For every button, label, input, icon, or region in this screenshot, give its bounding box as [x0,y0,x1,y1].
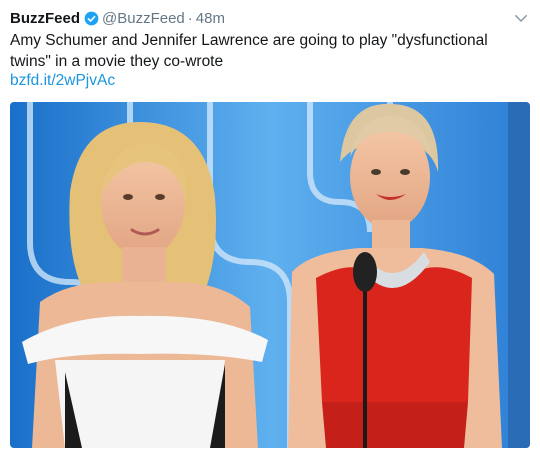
tweet-photo[interactable] [10,102,530,448]
display-name[interactable]: BuzzFeed [10,10,80,27]
tweet-link[interactable]: bzfd.it/2wPjvAc [10,72,115,90]
user-handle[interactable]: @BuzzFeed [102,10,185,27]
verified-badge-icon [84,11,99,25]
tweet-text: Amy Schumer and Jennifer Lawrence are go… [10,32,488,70]
tweet-header: BuzzFeed @BuzzFeed · 48m [10,7,530,29]
photo-illustration [10,102,530,448]
tweet-card: BuzzFeed @BuzzFeed · 48m Amy Schumer and… [0,0,540,458]
timestamp[interactable]: 48m [196,10,225,27]
separator-dot: · [187,9,193,27]
chevron-down-icon[interactable] [512,9,530,27]
